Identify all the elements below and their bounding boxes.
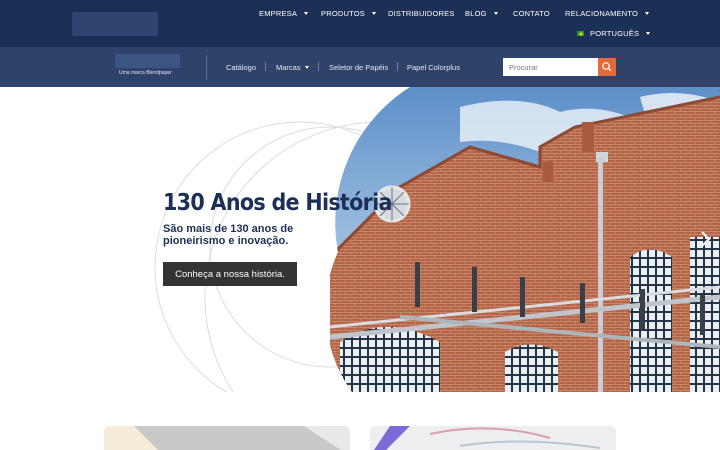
- nav-item-contato[interactable]: CONTATO: [513, 9, 550, 18]
- subnav-label: Catálogo: [226, 63, 257, 72]
- top-header: EMPRESA PRODUTOS DISTRIBUIDORES BLOG CON…: [0, 0, 720, 47]
- nav-label: DISTRIBUIDORES: [388, 9, 455, 18]
- caret-down-icon: [304, 66, 309, 69]
- nav-item-blog[interactable]: BLOG: [465, 9, 498, 18]
- feature-card[interactable]: [370, 426, 616, 450]
- feature-card[interactable]: [104, 426, 350, 450]
- nav-label: BLOG: [465, 9, 487, 18]
- secondary-nav-bar: Uma marca Blendpaper Catálogo Marcas Sel…: [0, 47, 720, 87]
- main-nav: EMPRESA PRODUTOS DISTRIBUIDORES BLOG CON…: [0, 0, 720, 47]
- subnav-label: Seletor de Papéis: [329, 63, 389, 72]
- nav-item-distribuidores[interactable]: DISTRIBUIDORES: [388, 9, 455, 18]
- chevron-right-icon[interactable]: [698, 229, 712, 249]
- subnav-item-catalogo[interactable]: Catálogo: [226, 63, 256, 72]
- subnav-label: Marcas: [276, 63, 301, 72]
- nav-label: RELACIONAMENTO: [565, 9, 639, 18]
- hero-banner: 130 Anos de História São mais de 130 ano…: [0, 87, 720, 392]
- caret-down-icon: [493, 12, 498, 15]
- factory-photo: [328, 87, 720, 392]
- search-icon: [602, 62, 612, 72]
- nav-item-relacionamento[interactable]: RELACIONAMENTO: [565, 9, 650, 18]
- brand-tagline: Uma marca Blendpaper: [119, 70, 172, 76]
- brazil-flag-icon: [577, 31, 584, 36]
- divider: [206, 55, 207, 80]
- caret-down-icon: [371, 12, 376, 15]
- card-image: [104, 426, 350, 450]
- hero-graphic: [154, 87, 720, 392]
- hero-subtitle: São mais de 130 anos de pioneirismo e in…: [163, 223, 294, 247]
- history-button[interactable]: Conheça a nossa história.: [163, 262, 297, 286]
- nav-label: PRODUTOS: [321, 9, 365, 18]
- nav-label: CONTATO: [513, 9, 550, 18]
- caret-down-icon: [304, 12, 309, 15]
- caret-down-icon: [645, 12, 650, 15]
- hero-title: 130 Anos de História: [163, 190, 392, 216]
- nav-item-empresa[interactable]: EMPRESA: [259, 9, 309, 18]
- search-input[interactable]: [503, 58, 598, 76]
- language-label: PORTUGUÊS: [590, 29, 640, 38]
- page: EMPRESA PRODUTOS DISTRIBUIDORES BLOG CON…: [0, 0, 720, 450]
- search-button[interactable]: [598, 58, 616, 76]
- subnav-item-seletor[interactable]: Seletor de Papéis: [329, 63, 388, 72]
- caret-down-icon: [646, 32, 651, 35]
- divider: [265, 62, 266, 71]
- subnav-item-colorplus[interactable]: Papel Colorplus: [407, 63, 460, 72]
- subnav-item-marcas[interactable]: Marcas: [276, 63, 309, 72]
- nav-label: EMPRESA: [259, 9, 298, 18]
- subnav-label: Papel Colorplus: [407, 63, 460, 72]
- brand-logo[interactable]: [115, 54, 180, 68]
- language-selector[interactable]: PORTUGUÊS: [577, 29, 651, 38]
- card-image: [370, 426, 616, 450]
- nav-item-produtos[interactable]: PRODUTOS: [321, 9, 376, 18]
- divider: [397, 62, 398, 71]
- divider: [318, 62, 319, 71]
